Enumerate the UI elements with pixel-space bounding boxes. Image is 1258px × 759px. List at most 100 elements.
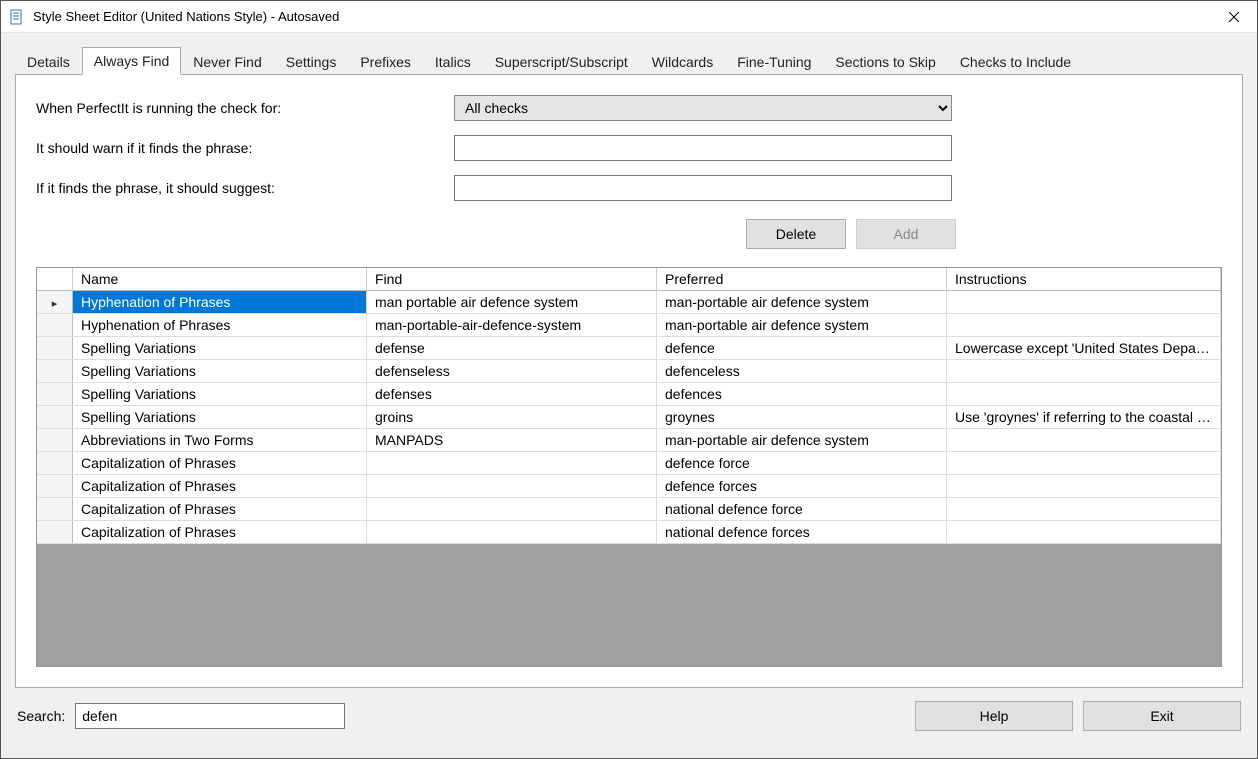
cell-preferred[interactable]: man-portable air defence system xyxy=(657,291,947,313)
table-row[interactable]: Capitalization of Phrases defence force xyxy=(37,452,1221,475)
label-suggest: If it finds the phrase, it should sugges… xyxy=(36,180,454,196)
grid-header: Name Find Preferred Instructions xyxy=(37,268,1221,291)
cell-name[interactable]: Spelling Variations xyxy=(73,383,367,405)
grid-header-find[interactable]: Find xyxy=(367,268,657,290)
tab-strip: DetailsAlways FindNever FindSettingsPref… xyxy=(15,47,1243,75)
cell-name[interactable]: Spelling Variations xyxy=(73,360,367,382)
cell-instructions[interactable] xyxy=(947,452,1221,474)
cell-find[interactable]: defenses xyxy=(367,383,657,405)
table-row[interactable]: Spelling VariationsdefensedefenceLowerca… xyxy=(37,337,1221,360)
cell-name[interactable]: Hyphenation of Phrases xyxy=(73,291,367,313)
search-input[interactable] xyxy=(75,703,345,729)
cell-instructions[interactable] xyxy=(947,429,1221,451)
search-label: Search: xyxy=(17,708,65,724)
window-close-button[interactable] xyxy=(1211,1,1257,33)
table-row[interactable]: Capitalization of Phrases national defenc… xyxy=(37,521,1221,544)
tab-settings[interactable]: Settings xyxy=(274,48,349,75)
cell-name[interactable]: Hyphenation of Phrases xyxy=(73,314,367,336)
cell-find[interactable] xyxy=(367,452,657,474)
add-button[interactable]: Add xyxy=(856,219,956,249)
tab-panel-always-find: When PerfectIt is running the check for:… xyxy=(15,74,1243,688)
tab-sections-to-skip[interactable]: Sections to Skip xyxy=(823,48,947,75)
cell-instructions[interactable]: Lowercase except 'United States Depart..… xyxy=(947,337,1221,359)
cell-name[interactable]: Capitalization of Phrases xyxy=(73,498,367,520)
row-indicator xyxy=(37,475,73,497)
cell-find[interactable]: man portable air defence system xyxy=(367,291,657,313)
table-row[interactable]: Hyphenation of Phrasesman-portable-air-d… xyxy=(37,314,1221,337)
tab-superscript-subscript[interactable]: Superscript/Subscript xyxy=(483,48,640,75)
cell-find[interactable] xyxy=(367,475,657,497)
cell-preferred[interactable]: defence force xyxy=(657,452,947,474)
help-button[interactable]: Help xyxy=(915,701,1073,731)
grid-header-instructions[interactable]: Instructions xyxy=(947,268,1221,290)
cell-preferred[interactable]: defences xyxy=(657,383,947,405)
cell-preferred[interactable]: defence forces xyxy=(657,475,947,497)
cell-find[interactable]: MANPADS xyxy=(367,429,657,451)
grid-header-rowselector xyxy=(37,268,73,290)
rules-grid[interactable]: Name Find Preferred Instructions Hyphena… xyxy=(36,267,1222,667)
exit-button[interactable]: Exit xyxy=(1083,701,1241,731)
row-indicator xyxy=(37,383,73,405)
cell-instructions[interactable] xyxy=(947,475,1221,497)
cell-preferred[interactable]: man-portable air defence system xyxy=(657,314,947,336)
tab-fine-tuning[interactable]: Fine-Tuning xyxy=(725,48,823,75)
cell-find[interactable] xyxy=(367,498,657,520)
cell-find[interactable]: man-portable-air-defence-system xyxy=(367,314,657,336)
cell-instructions[interactable] xyxy=(947,498,1221,520)
cell-find[interactable]: groins xyxy=(367,406,657,428)
row-indicator xyxy=(37,521,73,543)
cell-preferred[interactable]: national defence force xyxy=(657,498,947,520)
cell-preferred[interactable]: defenceless xyxy=(657,360,947,382)
cell-name[interactable]: Capitalization of Phrases xyxy=(73,521,367,543)
tab-wildcards[interactable]: Wildcards xyxy=(640,48,725,75)
table-row[interactable]: Capitalization of Phrases defence forces xyxy=(37,475,1221,498)
cell-name[interactable]: Abbreviations in Two Forms xyxy=(73,429,367,451)
cell-name[interactable]: Spelling Variations xyxy=(73,337,367,359)
cell-find[interactable] xyxy=(367,521,657,543)
cell-preferred[interactable]: groynes xyxy=(657,406,947,428)
cell-preferred[interactable]: defence xyxy=(657,337,947,359)
grid-body: Hyphenation of Phrasesman portable air d… xyxy=(37,291,1221,544)
cell-preferred[interactable]: man-portable air defence system xyxy=(657,429,947,451)
tab-never-find[interactable]: Never Find xyxy=(181,48,273,75)
tab-always-find[interactable]: Always Find xyxy=(82,47,181,75)
row-indicator xyxy=(37,314,73,336)
row-indicator xyxy=(37,498,73,520)
input-suggest-phrase[interactable] xyxy=(454,175,952,201)
table-row[interactable]: Capitalization of Phrases national defenc… xyxy=(37,498,1221,521)
cell-instructions[interactable] xyxy=(947,291,1221,313)
table-row[interactable]: Abbreviations in Two FormsMANPADSman-por… xyxy=(37,429,1221,452)
cell-preferred[interactable]: national defence forces xyxy=(657,521,947,543)
row-indicator xyxy=(37,452,73,474)
table-row[interactable]: Spelling Variationsdefensesdefences xyxy=(37,383,1221,406)
label-check-for: When PerfectIt is running the check for: xyxy=(36,100,454,116)
select-check-for[interactable]: All checks xyxy=(454,95,952,121)
tab-checks-to-include[interactable]: Checks to Include xyxy=(948,48,1083,75)
tab-prefixes[interactable]: Prefixes xyxy=(348,48,423,75)
cell-name[interactable]: Capitalization of Phrases xyxy=(73,452,367,474)
row-indicator xyxy=(37,429,73,451)
tab-details[interactable]: Details xyxy=(15,48,82,75)
row-suggest: If it finds the phrase, it should sugges… xyxy=(36,175,1222,201)
grid-header-name[interactable]: Name xyxy=(73,268,367,290)
table-row[interactable]: Hyphenation of Phrasesman portable air d… xyxy=(37,291,1221,314)
table-row[interactable]: Spelling VariationsgroinsgroynesUse 'gro… xyxy=(37,406,1221,429)
cell-instructions[interactable] xyxy=(947,314,1221,336)
cell-instructions[interactable] xyxy=(947,383,1221,405)
cell-instructions[interactable] xyxy=(947,360,1221,382)
delete-button[interactable]: Delete xyxy=(746,219,846,249)
cell-find[interactable]: defenseless xyxy=(367,360,657,382)
cell-name[interactable]: Spelling Variations xyxy=(73,406,367,428)
input-warn-phrase[interactable] xyxy=(454,135,952,161)
cell-instructions[interactable]: Use 'groynes' if referring to the coasta… xyxy=(947,406,1221,428)
cell-name[interactable]: Capitalization of Phrases xyxy=(73,475,367,497)
tab-italics[interactable]: Italics xyxy=(423,48,483,75)
grid-header-preferred[interactable]: Preferred xyxy=(657,268,947,290)
cell-find[interactable]: defense xyxy=(367,337,657,359)
button-row: Delete Add xyxy=(36,219,1222,249)
cell-instructions[interactable] xyxy=(947,521,1221,543)
table-row[interactable]: Spelling Variationsdefenselessdefenceles… xyxy=(37,360,1221,383)
app-icon xyxy=(9,9,25,25)
label-warn: It should warn if it finds the phrase: xyxy=(36,140,454,156)
row-check-for: When PerfectIt is running the check for:… xyxy=(36,95,1222,121)
